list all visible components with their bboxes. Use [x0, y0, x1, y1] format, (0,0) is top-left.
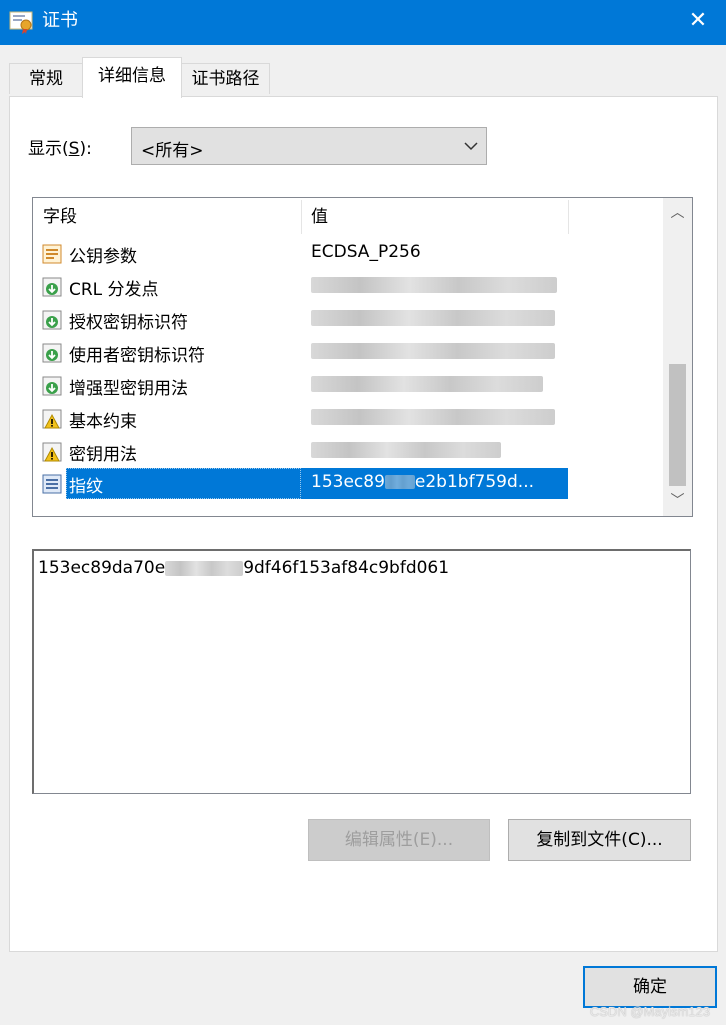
copy-to-file-label: 复制到文件(C)...	[536, 830, 663, 850]
window-title: 证书	[42, 10, 78, 31]
copy-to-file-button[interactable]: 复制到文件(C)...	[508, 819, 691, 861]
show-dropdown-value: <所有>	[141, 141, 204, 161]
value-detail-text: 153ec89da70e 9df46f153af84c9bfd061	[38, 558, 450, 578]
close-icon: ✕	[688, 8, 708, 33]
ok-button[interactable]: 确定	[583, 966, 717, 1008]
show-label: 显示(S):	[28, 139, 92, 159]
field-name: 指纹	[69, 477, 103, 497]
tab-details[interactable]: 详细信息	[82, 57, 182, 98]
close-button[interactable]: ✕	[670, 0, 726, 45]
critical-extension-icon	[42, 442, 62, 462]
list-item[interactable]: 使用者密钥标识符	[33, 337, 663, 370]
watermark: CSDN @Mayism123	[589, 1004, 710, 1019]
tab-general[interactable]: 常规	[9, 63, 83, 94]
list-item[interactable]: 公钥参数 ECDSA_P256	[33, 238, 663, 271]
list-item-selected[interactable]: 指纹 153ec89 e2b1bf759d...	[33, 468, 663, 501]
field-value: 153ec89 e2b1bf759d...	[311, 472, 534, 492]
list-item[interactable]: 增强型密钥用法	[33, 370, 663, 403]
field-value-redacted	[311, 407, 555, 427]
field-name: 基本约束	[69, 412, 137, 432]
list-item[interactable]: 基本约束	[33, 403, 663, 436]
ok-label: 确定	[633, 977, 667, 997]
field-value-redacted	[311, 341, 555, 361]
tab-certification-path[interactable]: 证书路径	[181, 63, 270, 94]
list-item[interactable]: CRL 分发点	[33, 271, 663, 304]
tab-certification-path-label: 证书路径	[191, 69, 260, 89]
list-header: 字段 值	[33, 198, 663, 236]
field-name: 增强型密钥用法	[69, 379, 188, 399]
field-name: CRL 分发点	[69, 280, 159, 300]
edit-properties-label: 编辑属性(E)...	[344, 830, 454, 850]
field-name: 公钥参数	[69, 247, 137, 267]
edit-properties-button[interactable]: 编辑属性(E)...	[308, 819, 490, 861]
field-value-redacted	[311, 275, 557, 295]
fields-listview[interactable]: 字段 值 公钥参数 ECDSA_P256 CRL 分发点 授权密钥标识符 使用者…	[32, 197, 693, 517]
title-bar: 证书 ✕	[0, 0, 726, 45]
property-icon	[42, 474, 62, 494]
vertical-scrollbar[interactable]: ︿ ﹀	[663, 198, 692, 516]
field-value: ECDSA_P256	[311, 242, 421, 262]
certificate-icon	[9, 11, 33, 34]
critical-extension-icon	[42, 409, 62, 429]
column-header-field[interactable]: 字段	[33, 198, 301, 236]
extension-icon	[42, 310, 62, 330]
extension-icon	[42, 277, 62, 297]
field-value-redacted	[311, 308, 555, 328]
column-divider[interactable]	[568, 200, 569, 234]
field-name: 密钥用法	[69, 445, 137, 465]
field-name: 授权密钥标识符	[69, 313, 188, 333]
column-header-value[interactable]: 值	[301, 198, 568, 236]
certificate-field-icon	[42, 244, 62, 264]
show-dropdown[interactable]: <所有>	[131, 127, 487, 165]
value-detail-textbox[interactable]: 153ec89da70e 9df46f153af84c9bfd061	[32, 549, 691, 794]
field-name: 使用者密钥标识符	[69, 346, 205, 366]
scroll-down-icon[interactable]: ﹀	[663, 486, 692, 516]
list-item[interactable]: 密钥用法	[33, 436, 663, 469]
field-value-redacted	[311, 440, 501, 460]
field-value-redacted	[311, 374, 543, 394]
tab-general-label: 常规	[29, 69, 63, 89]
extension-icon	[42, 343, 62, 363]
scroll-up-icon[interactable]: ︿	[663, 198, 692, 228]
list-item[interactable]: 授权密钥标识符	[33, 304, 663, 337]
tab-details-label: 详细信息	[98, 66, 166, 86]
tab-strip: 常规 详细信息 证书路径	[0, 45, 726, 98]
scrollbar-thumb[interactable]	[669, 364, 686, 486]
chevron-down-icon	[464, 142, 478, 151]
extension-icon	[42, 376, 62, 396]
